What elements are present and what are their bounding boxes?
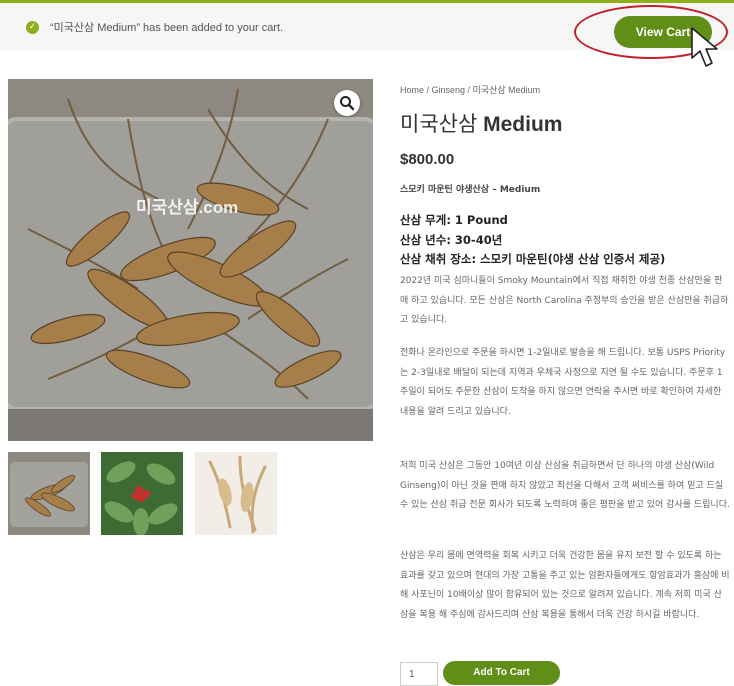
- ginseng-thumbnail-illustration: [8, 452, 90, 535]
- product-price: $800.00: [400, 151, 455, 168]
- zoom-button[interactable]: [334, 90, 360, 116]
- product-subtitle: 스모키 마운틴 야생산삼 – Medium: [400, 185, 541, 195]
- cart-notice-message: “미국산삼 Medium” has been added to your car…: [50, 22, 284, 34]
- ginseng-plant-thumbnail-illustration: [101, 452, 183, 535]
- description-paragraph-1: 2022년 미국 심마니들이 Smoky Mountain에서 직접 채취한 야…: [400, 276, 729, 325]
- add-to-cart-button[interactable]: Add To Cart: [443, 661, 560, 685]
- product-title-size: Medium: [483, 113, 563, 136]
- ginseng-roots-illustration: [8, 79, 373, 441]
- ginseng-root-thumbnail-illustration: [195, 452, 277, 535]
- spec-weight: 산삼 무게: 1 Pound: [400, 213, 508, 227]
- image-watermark: 미국산삼.com: [136, 198, 239, 217]
- breadcrumb[interactable]: Home / Ginseng / 미국산삼 Medium: [400, 83, 540, 96]
- product-main-image[interactable]: 미국산삼.com: [8, 79, 373, 441]
- gallery-thumbnail-3[interactable]: [195, 452, 277, 535]
- description-paragraph-4: 산삼은 우리 몸에 면역력을 회복 시키고 더욱 건강한 몸을 유지 보전 할 …: [400, 551, 730, 620]
- spec-place: 산삼 채취 장소: 스모키 마운틴(야생 산삼 인증서 제공): [400, 252, 666, 266]
- mouse-pointer-icon: [691, 27, 718, 67]
- quantity-input[interactable]: [400, 662, 438, 686]
- product-title-korean: 미국산삼: [400, 113, 484, 136]
- product-title: 미국산삼 Medium: [400, 108, 562, 138]
- gallery-thumbnail-2[interactable]: [101, 452, 183, 535]
- spec-age: 산삼 년수: 30-40년: [400, 233, 503, 247]
- gallery-thumbnail-1[interactable]: [8, 452, 90, 535]
- description-paragraph-2: 전화나 온라인으로 주문을 하시면 1-2일내로 발송을 해 드립니다. 보통 …: [400, 348, 726, 417]
- check-circle-icon: ✓: [26, 21, 39, 34]
- description-paragraph-3: 저희 미국 산삼은 그동안 10여년 이상 산삼을 취급하면서 단 하나의 야생…: [400, 461, 730, 510]
- magnifier-icon: [340, 96, 355, 111]
